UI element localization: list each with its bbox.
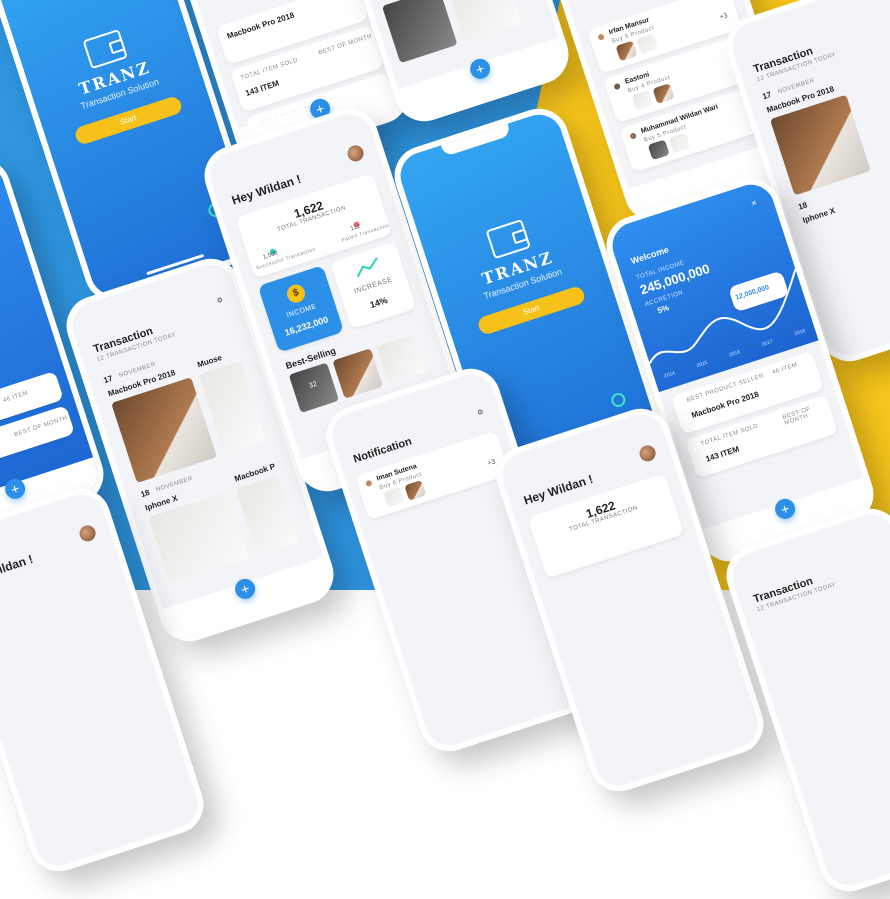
wallet-icon bbox=[82, 28, 128, 70]
date2-day: 18 bbox=[797, 200, 809, 212]
wallet-icon bbox=[485, 218, 531, 260]
welcome-title: Welcome bbox=[629, 244, 671, 267]
product-thumb bbox=[668, 132, 691, 154]
increase-card[interactable]: INCREASE 14% bbox=[330, 241, 417, 330]
avatar bbox=[613, 82, 621, 91]
tooltip-value: 12,000,000 bbox=[734, 284, 771, 302]
money-bag-icon: $ bbox=[284, 282, 308, 306]
avatar bbox=[597, 33, 605, 41]
trend-up-icon bbox=[356, 257, 378, 278]
product-thumb bbox=[631, 89, 654, 111]
product-photo[interactable] bbox=[111, 377, 218, 484]
failed-label: Failed Transaction bbox=[341, 222, 391, 244]
thumb-badge: 32 bbox=[308, 380, 318, 390]
total-item-label: TOTAL ITEM SOLD bbox=[700, 423, 760, 448]
income-card[interactable]: $ INCOME 16,232,000 bbox=[257, 265, 345, 353]
items-label: 46 ITEM bbox=[771, 362, 799, 376]
total-item-label: TOTAL ITEM SOLD bbox=[240, 57, 300, 82]
date1-day: 17 bbox=[761, 89, 773, 102]
avatar[interactable] bbox=[637, 443, 658, 464]
greeting: Hey Wildan ! bbox=[0, 551, 35, 588]
gear-icon[interactable]: ⚙ bbox=[216, 296, 224, 306]
ring-icon bbox=[609, 391, 628, 409]
mockup-stage: TRANZ Transaction Solution Start Macbook… bbox=[0, 0, 890, 899]
more-count: +3 bbox=[718, 12, 729, 22]
avatar[interactable] bbox=[77, 523, 98, 544]
more-count: +3 bbox=[486, 458, 497, 468]
product-thumb[interactable] bbox=[376, 334, 427, 385]
total-item-value: 143 ITEM bbox=[244, 78, 281, 98]
avatar bbox=[629, 132, 637, 140]
product-thumb bbox=[652, 83, 675, 104]
best-month-label: BEST OF MONTH bbox=[13, 415, 69, 439]
product-thumb bbox=[404, 480, 427, 501]
date1-day: 17 bbox=[102, 373, 114, 386]
date2-month: NOVEMBER bbox=[155, 475, 194, 494]
product-thumb[interactable]: 32 bbox=[288, 362, 340, 413]
product-thumb[interactable] bbox=[332, 348, 383, 399]
best-seller-item: Macbook Pro 2018 bbox=[225, 10, 296, 41]
items-label: 46 ITEM bbox=[2, 390, 30, 405]
best-month-label: BEST OF MONTH bbox=[782, 406, 812, 427]
best-month-label: BEST OF MONTH bbox=[318, 33, 373, 57]
product-thumb bbox=[615, 40, 638, 62]
product-thumb bbox=[636, 33, 659, 55]
avatar bbox=[365, 479, 373, 488]
product-thumb bbox=[383, 486, 406, 508]
product-photo[interactable] bbox=[769, 94, 871, 196]
date2-day: 18 bbox=[139, 487, 151, 500]
product-thumb[interactable] bbox=[381, 0, 458, 64]
gear-icon[interactable]: ⚙ bbox=[476, 408, 485, 418]
notification-card[interactable]: Iman Sutena Buy 6 Product +3 bbox=[355, 430, 510, 521]
avatar[interactable] bbox=[345, 143, 366, 164]
product-thumb bbox=[647, 139, 670, 161]
total-item-value: 143 ITEM bbox=[704, 444, 741, 464]
close-icon[interactable]: ✕ bbox=[750, 199, 758, 208]
product-thumb[interactable] bbox=[446, 0, 523, 43]
